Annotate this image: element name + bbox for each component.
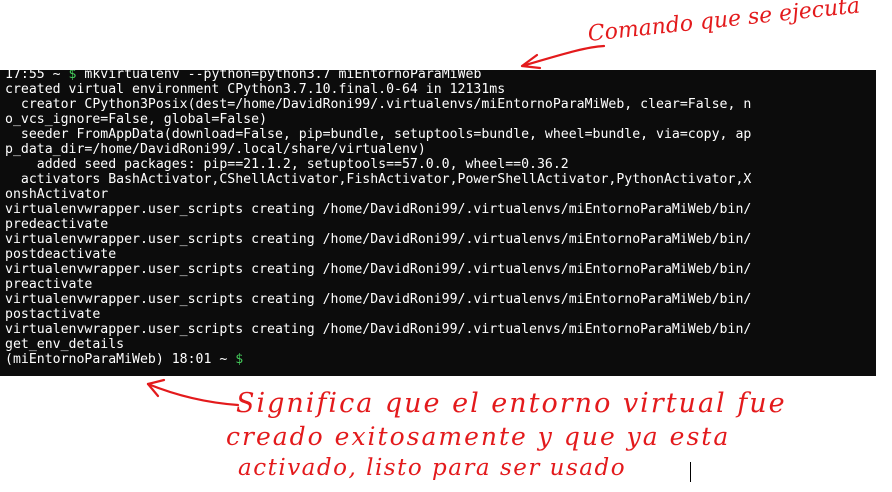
text-cursor bbox=[690, 462, 691, 482]
bottom-arrow-icon bbox=[146, 378, 240, 407]
top-arrow-icon bbox=[520, 44, 606, 70]
result-annotation-line: creado exitosamente y que ya esta bbox=[226, 422, 731, 451]
result-annotation-line: activado, listo para ser usado bbox=[238, 455, 627, 481]
result-annotation-line: Significa que el entorno virtual fue bbox=[236, 388, 787, 419]
